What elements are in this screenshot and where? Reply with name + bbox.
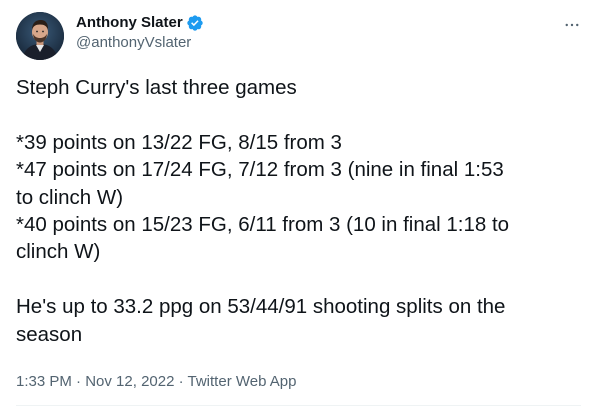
tweet-line: season: [16, 322, 83, 346]
tweet-date[interactable]: Nov 12, 2022: [85, 373, 174, 390]
meta-separator: ·: [174, 373, 188, 390]
tweet-line: *40 points on 15/23 FG, 6/11 from 3 (10 …: [16, 213, 510, 237]
divider: [16, 405, 581, 406]
more-options-icon[interactable]: [561, 14, 583, 36]
tweet-card: Anthony Slater @anthonyVslater Steph Cur…: [0, 0, 597, 407]
tweet-line: *47 points on 17/24 FG, 7/12 from 3 (nin…: [16, 158, 504, 182]
tweet-meta: 1:33 PM · Nov 12, 2022 · Twitter Web App: [16, 372, 296, 392]
author-handle[interactable]: @anthonyVslater: [76, 33, 204, 53]
avatar[interactable]: [16, 12, 64, 60]
tweet-line: Steph Curry's last three games: [16, 76, 297, 99]
verified-badge-icon: [186, 14, 204, 32]
author-block: Anthony Slater @anthonyVslater: [76, 13, 204, 53]
tweet-text: Steph Curry's last three games *39 point…: [16, 74, 586, 348]
tweet-line: to clinch W): [16, 185, 124, 209]
tweet-time[interactable]: 1:33 PM: [16, 373, 72, 390]
meta-separator: ·: [71, 373, 86, 390]
author-display-name[interactable]: Anthony Slater: [76, 13, 183, 33]
author-name-row: Anthony Slater: [76, 13, 204, 33]
tweet-line: He's up to 33.2 ppg on 53/44/91 shooting…: [16, 295, 506, 319]
tweet-line: *39 points on 13/22 FG, 8/15 from 3: [16, 130, 342, 154]
tweet-source[interactable]: Twitter Web App: [188, 373, 297, 390]
profile-photo-icon: [16, 12, 64, 60]
tweet-line: clinch W): [16, 240, 101, 264]
